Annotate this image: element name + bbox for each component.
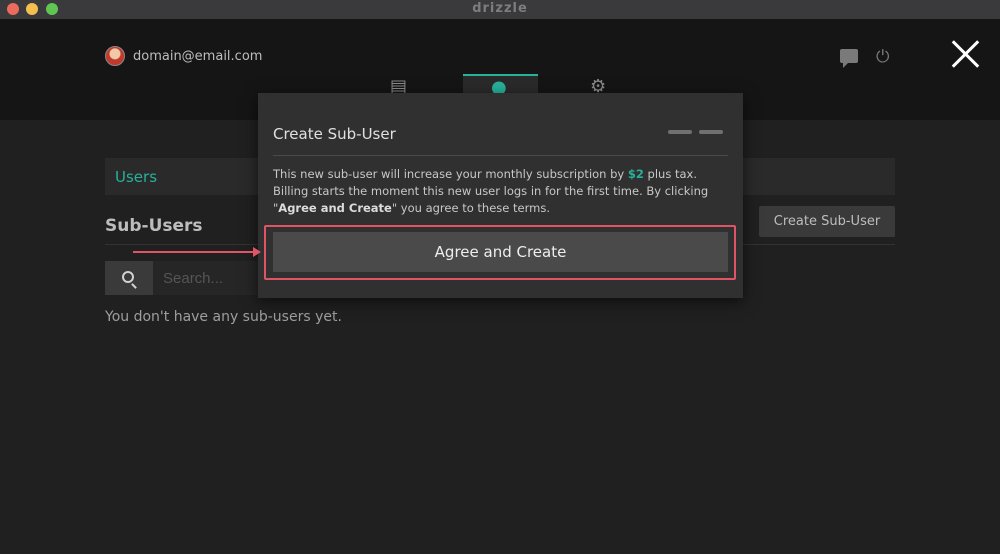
search-icon	[122, 271, 134, 283]
modal-divider	[273, 155, 728, 156]
drag-handle-icon[interactable]	[668, 130, 692, 134]
agree-and-create-button[interactable]: Agree and Create	[273, 232, 728, 272]
window-titlebar: drizzle	[0, 0, 1000, 19]
app-title: drizzle	[472, 1, 528, 16]
modal-body: This new sub-user will increase your mon…	[273, 166, 728, 217]
terms-emphasis: Agree and Create	[278, 201, 392, 215]
close-icon[interactable]	[950, 38, 982, 70]
modal-body-text-3: " you agree to these terms.	[391, 201, 550, 215]
subusers-heading: Sub-Users	[105, 216, 203, 236]
create-subuser-button[interactable]: Create Sub-User	[759, 206, 895, 237]
drag-handle-icon[interactable]	[699, 130, 723, 134]
user-email: domain@email.com	[133, 49, 263, 64]
search-button[interactable]	[105, 261, 153, 295]
price-text: $2	[627, 167, 644, 181]
empty-state-text: You don't have any sub-users yet.	[105, 309, 342, 325]
logout-icon[interactable]: ⏻	[876, 48, 894, 66]
chat-icon[interactable]	[840, 49, 858, 68]
arrow-line	[133, 251, 255, 253]
arrow-head-icon	[253, 247, 261, 257]
avatar[interactable]	[105, 46, 125, 66]
modal-title: Create Sub-User	[273, 125, 396, 143]
users-label: Users	[115, 168, 158, 186]
modal-body-text-1: This new sub-user will increase your mon…	[273, 167, 628, 181]
